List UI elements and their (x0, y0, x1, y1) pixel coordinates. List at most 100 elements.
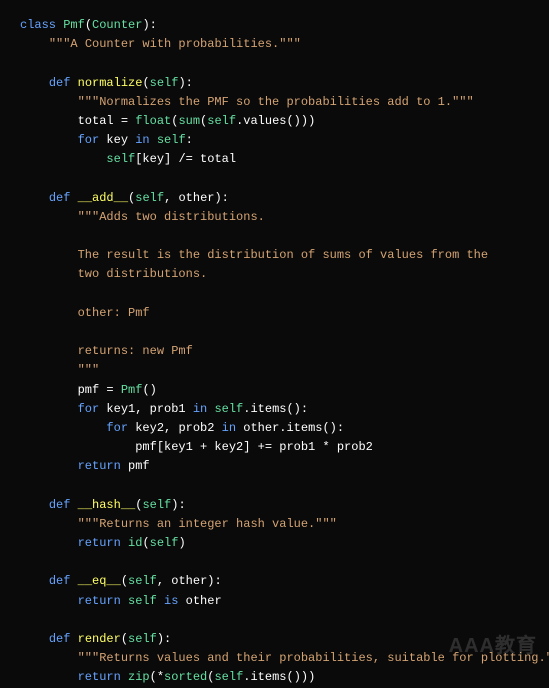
token-id (20, 594, 78, 608)
token-kw: for (78, 133, 100, 147)
token-op: () (142, 383, 156, 397)
token-op: ): (157, 632, 171, 646)
token-op: ( (142, 76, 149, 90)
code-line: return self is other (20, 592, 541, 611)
token-op: ( (207, 670, 214, 684)
token-id (20, 344, 78, 358)
token-id: key1, prob1 (99, 402, 193, 416)
code-line: class Pmf(Counter): (20, 16, 541, 35)
token-str: """Normalizes the PMF so the probabiliti… (78, 95, 474, 109)
token-fn: __eq__ (78, 574, 121, 588)
token-op: ( (142, 536, 149, 550)
code-line (20, 54, 541, 73)
token-op: ): (178, 76, 192, 90)
token-self: self (128, 594, 157, 608)
token-id (20, 37, 49, 51)
code-line: for key1, prob1 in self.items(): (20, 400, 541, 419)
code-line: The result is the distribution of sums o… (20, 246, 541, 265)
token-builtin: zip (128, 670, 150, 684)
token-str: """ (78, 363, 100, 377)
token-id (121, 536, 128, 550)
code-line: return zip(*sorted(self.items())) (20, 668, 541, 687)
token-self: self (150, 536, 179, 550)
token-self: self (214, 402, 243, 416)
token-kw: return (78, 459, 121, 473)
token-kw: return (78, 670, 121, 684)
code-line: """Adds two distributions. (20, 208, 541, 227)
token-id (20, 191, 49, 205)
token-self: self (214, 670, 243, 684)
token-fn: __hash__ (78, 498, 136, 512)
code-line: return pmf (20, 457, 541, 476)
token-str: """Returns an integer hash value.""" (78, 517, 337, 531)
token-id (121, 594, 128, 608)
code-line (20, 170, 541, 189)
token-kw: def (49, 191, 71, 205)
code-line: pmf = Pmf() (20, 381, 541, 400)
token-kw: in (193, 402, 207, 416)
token-id (20, 421, 106, 435)
token-id (20, 574, 49, 588)
code-line: """A Counter with probabilities.""" (20, 35, 541, 54)
token-op: (* (150, 670, 164, 684)
token-op: ( (121, 632, 128, 646)
code-line: two distributions. (20, 265, 541, 284)
token-op: .items(): (243, 402, 308, 416)
code-line (20, 611, 541, 630)
token-kw: for (106, 421, 128, 435)
token-self: self (106, 152, 135, 166)
token-op: .items())) (243, 670, 315, 684)
token-self: self (135, 191, 164, 205)
code-line: def __add__(self, other): (20, 189, 541, 208)
code-line: def __eq__(self, other): (20, 572, 541, 591)
token-id (70, 498, 77, 512)
token-id (20, 536, 78, 550)
code-line: self[key] /= total (20, 150, 541, 169)
token-str: returns: new Pmf (78, 344, 193, 358)
token-id (70, 574, 77, 588)
watermark-text: AAA教育 (449, 630, 537, 662)
token-kw: return (78, 536, 121, 550)
token-op: ( (121, 574, 128, 588)
token-kw: in (135, 133, 149, 147)
token-self: self (142, 498, 171, 512)
token-id (20, 95, 78, 109)
token-cls: Counter (92, 18, 142, 32)
token-kw: return (78, 594, 121, 608)
token-kw: class (20, 18, 56, 32)
token-id: other.items(): (236, 421, 344, 435)
token-builtin: id (128, 536, 142, 550)
code-line: other: Pmf (20, 304, 541, 323)
token-id: other (178, 594, 221, 608)
code-line: returns: new Pmf (20, 342, 541, 361)
token-id (20, 306, 78, 320)
token-self: self (128, 574, 157, 588)
token-str: other: Pmf (78, 306, 150, 320)
token-id (150, 133, 157, 147)
code-line: """Returns an integer hash value.""" (20, 515, 541, 534)
code-line: """Normalizes the PMF so the probabiliti… (20, 93, 541, 112)
token-id (20, 498, 49, 512)
token-id: key (99, 133, 135, 147)
token-id (70, 632, 77, 646)
token-id (121, 670, 128, 684)
code-line (20, 553, 541, 572)
token-str: The result is the distribution of sums o… (78, 248, 488, 262)
token-op: , other): (157, 574, 222, 588)
token-id (70, 76, 77, 90)
token-str: two distributions. (78, 267, 208, 281)
token-id (20, 152, 106, 166)
token-id (20, 248, 78, 262)
token-id (20, 267, 78, 281)
code-line (20, 227, 541, 246)
code-line: pmf[key1 + key2] += prob1 * prob2 (20, 438, 541, 457)
token-id (20, 670, 78, 684)
token-fn: normalize (78, 76, 143, 90)
token-builtin: sorted (164, 670, 207, 684)
token-op: [key] /= total (135, 152, 236, 166)
token-op: ) (178, 536, 185, 550)
token-id: total = (20, 114, 135, 128)
token-builtin: sum (178, 114, 200, 128)
code-line: def __hash__(self): (20, 496, 541, 515)
token-id (20, 133, 78, 147)
